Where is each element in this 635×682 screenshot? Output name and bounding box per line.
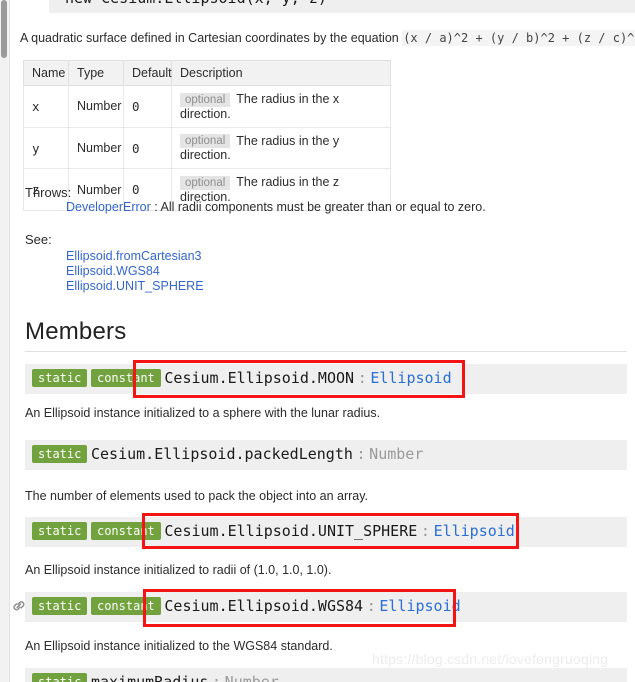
param-description-cell: optional The radius in the y direction. [171, 126, 391, 170]
developer-error-link[interactable]: DeveloperError [66, 200, 151, 214]
member-type-link[interactable]: Ellipsoid [434, 522, 515, 540]
throws-entry-text: : All radii components must be greater t… [150, 200, 486, 214]
constant-badge: constant [90, 522, 161, 540]
column-header-name: Name [23, 60, 69, 86]
param-name: y [23, 126, 69, 170]
member-signature-wgs84: static constant Cesium.Ellipsoid.WGS84 :… [32, 597, 461, 615]
members-heading: Members [25, 318, 127, 345]
optional-badge: optional [180, 134, 231, 149]
member-row-maximum-radius[interactable]: static maximumRadius : Number [25, 668, 627, 682]
class-description: A quadratic surface defined in Cartesian… [20, 30, 635, 46]
member-separator: : [356, 445, 366, 463]
optional-badge: optional [180, 92, 231, 107]
see-link-unit-sphere[interactable]: Ellipsoid.UNIT_SPHERE [66, 279, 204, 293]
member-type-link[interactable]: Ellipsoid [370, 369, 451, 387]
member-name: maximumRadius [90, 673, 209, 682]
constructor-signature-text: new Cesium.Ellipsoid(x, y, z) [65, 0, 327, 7]
member-type-label: Number [369, 445, 424, 463]
static-badge: static [32, 522, 88, 540]
see-link-item: Ellipsoid.UNIT_SPHERE [66, 279, 204, 293]
column-header-type: Type [68, 60, 124, 86]
member-description-wgs84: An Ellipsoid instance initialized to the… [25, 639, 333, 653]
member-description-packedlength: The number of elements used to pack the … [25, 489, 369, 503]
throws-label: Throws: [25, 185, 72, 200]
class-description-lead: A quadratic surface defined in Cartesian… [20, 31, 403, 45]
table-header-row: Name Type Default Description [23, 60, 391, 86]
member-separator: : [420, 522, 430, 540]
param-name: x [23, 85, 69, 128]
member-row-wgs84[interactable]: static constant Cesium.Ellipsoid.WGS84 :… [25, 592, 627, 622]
column-header-default: Default [123, 60, 172, 86]
member-row-unit-sphere[interactable]: static constant Cesium.Ellipsoid.UNIT_SP… [25, 517, 627, 547]
member-signature-unit-sphere: static constant Cesium.Ellipsoid.UNIT_SP… [32, 522, 515, 540]
constructor-signature-bar: new Cesium.Ellipsoid(x, y, z) [49, 0, 635, 13]
member-name: Cesium.Ellipsoid.MOON [164, 369, 355, 387]
see-link-wgs84[interactable]: Ellipsoid.WGS84 [66, 264, 160, 278]
see-link-from-cartesian3[interactable]: Ellipsoid.fromCartesian3 [66, 249, 201, 263]
class-description-equation: (x / a)^2 + (y / b)^2 + (z / c)^2 = 1 [402, 30, 635, 46]
member-type-link[interactable]: Ellipsoid [379, 597, 460, 615]
static-badge: static [32, 445, 88, 463]
member-separator: : [212, 673, 222, 682]
see-label: See: [25, 232, 52, 247]
members-divider [25, 351, 627, 352]
static-badge: static [32, 673, 88, 682]
member-description-unit-sphere: An Ellipsoid instance initialized to rad… [25, 563, 332, 577]
table-row: y Number 0 optional The radius in the y d… [23, 126, 391, 170]
member-name: Cesium.Ellipsoid.packedLength [90, 445, 353, 463]
parameters-table: Name Type Default Description x Number 0… [23, 60, 391, 212]
member-name: Cesium.Ellipsoid.WGS84 [164, 597, 364, 615]
constant-badge: constant [90, 597, 161, 615]
static-badge: static [32, 597, 88, 615]
param-type: Number [68, 85, 124, 128]
throws-entry: DeveloperError : All radii components mu… [66, 200, 486, 214]
watermark-text: https://blog.csdn.net/lovefengruoqing [372, 651, 609, 667]
param-type: Number [68, 126, 124, 170]
documentation-page: new Cesium.Ellipsoid(x, y, z) A quadrati… [9, 0, 635, 682]
member-signature-packedlength: static Cesium.Ellipsoid.packedLength : N… [32, 445, 423, 463]
static-badge: static [32, 369, 88, 387]
param-default: 0 [123, 85, 172, 128]
table-row: x Number 0 optional The radius in the x d… [23, 85, 391, 128]
member-separator: : [357, 369, 367, 387]
member-row-moon[interactable]: static constant Cesium.Ellipsoid.MOON : … [25, 364, 627, 394]
member-row-packedlength[interactable]: static Cesium.Ellipsoid.packedLength : N… [25, 440, 627, 470]
column-header-description: Description [171, 60, 391, 86]
member-type-label: Number [224, 673, 279, 682]
member-signature-moon: static constant Cesium.Ellipsoid.MOON : … [32, 369, 452, 387]
see-link-item: Ellipsoid.fromCartesian3 [66, 249, 201, 263]
optional-badge: optional [180, 176, 231, 191]
member-description-moon: An Ellipsoid instance initialized to a s… [25, 406, 381, 420]
see-link-item: Ellipsoid.WGS84 [66, 264, 160, 278]
scrollbar-thumb[interactable] [1, 0, 7, 58]
param-default: 0 [123, 126, 172, 170]
constant-badge: constant [90, 369, 161, 387]
member-separator: : [366, 597, 376, 615]
member-signature-maximum-radius: static maximumRadius : Number [32, 673, 279, 682]
member-name: Cesium.Ellipsoid.UNIT_SPHERE [164, 522, 418, 540]
param-description-cell: optional The radius in the x direction. [171, 85, 391, 128]
